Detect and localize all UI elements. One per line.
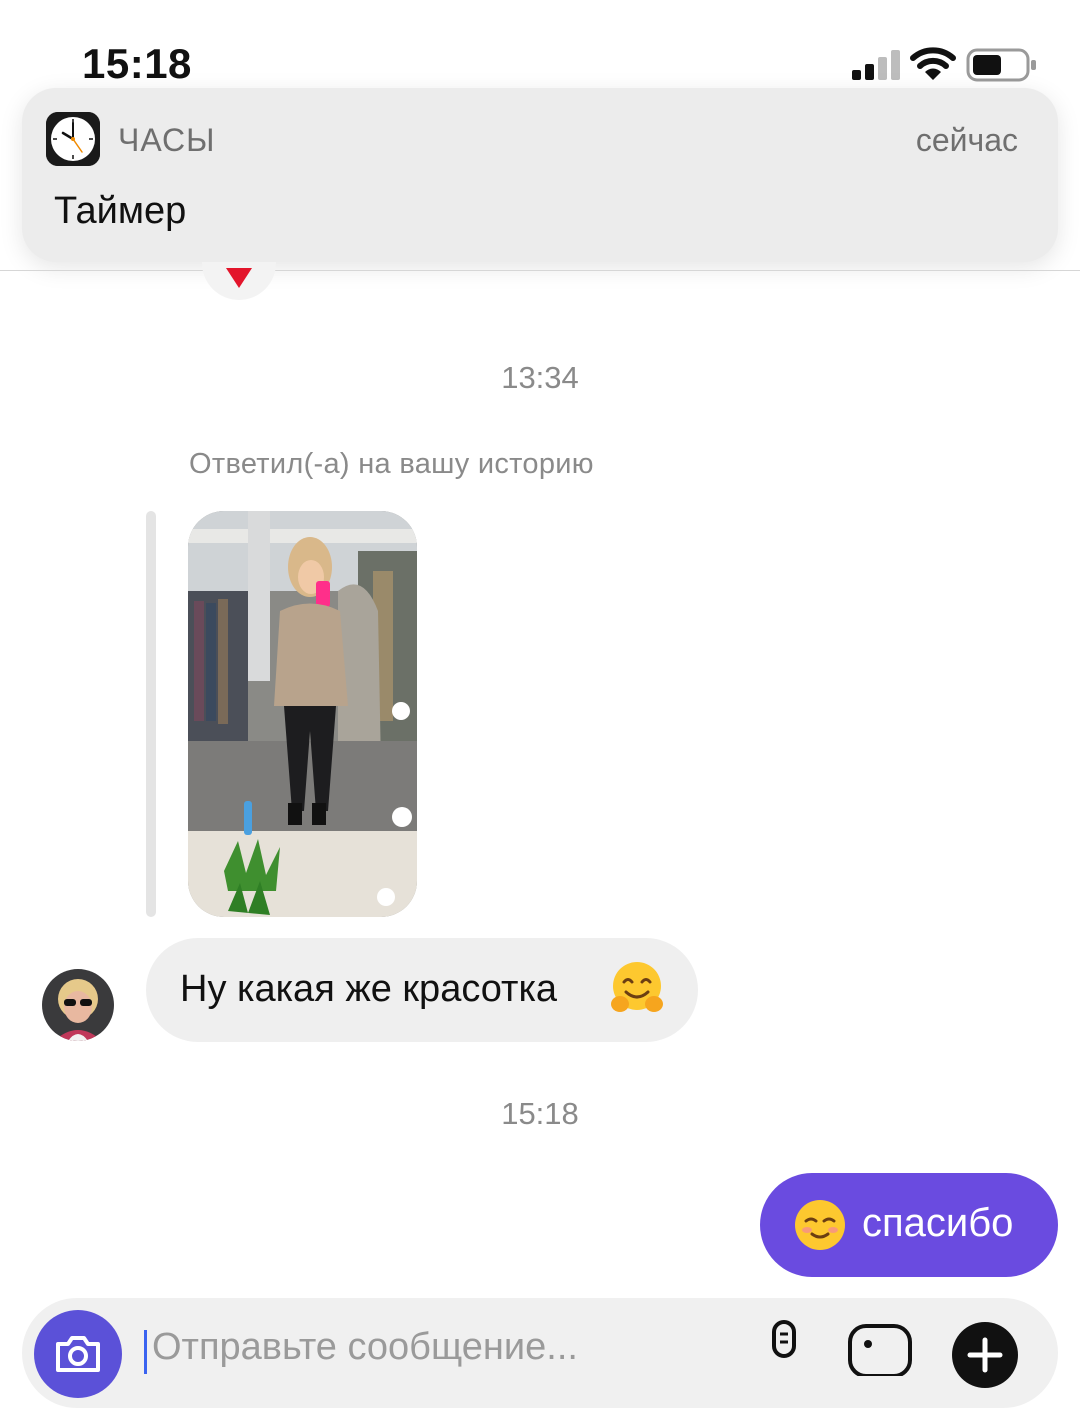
plus-button[interactable] xyxy=(952,1322,1018,1388)
gallery-icon[interactable] xyxy=(846,1322,914,1376)
notification-banner[interactable]: ЧАСЫ сейчас Таймер xyxy=(22,88,1058,262)
microphone-icon[interactable] xyxy=(764,1320,804,1374)
status-bar: 15:18 xyxy=(0,0,1080,90)
quote-bar xyxy=(146,511,156,917)
clock-icon xyxy=(46,112,100,166)
smiling-face-emoji xyxy=(795,1200,845,1250)
story-reply-label: Ответил(-а) на вашу историю xyxy=(189,448,594,480)
chat-timestamp: 15:18 xyxy=(501,1096,579,1131)
message-composer: Отправьте сообщение... xyxy=(22,1298,1058,1408)
outgoing-message-bubble[interactable]: спасибо xyxy=(760,1173,1058,1277)
incoming-message-bubble[interactable]: Ну какая же красотка xyxy=(146,938,698,1042)
avatar[interactable] xyxy=(42,969,114,1041)
notification-app-name: ЧАСЫ xyxy=(118,122,216,158)
wifi-icon xyxy=(910,47,956,80)
status-time: 15:18 xyxy=(82,40,192,87)
outgoing-message-text: спасибо xyxy=(862,1201,1014,1245)
plus-icon xyxy=(967,1337,1003,1373)
hugging-face-emoji xyxy=(611,962,663,1012)
incoming-message-text: Ну какая же красотка xyxy=(180,968,558,1010)
notification-title: Таймер xyxy=(54,190,187,232)
notification-time: сейчас xyxy=(915,122,1018,158)
camera-icon xyxy=(56,1336,100,1372)
text-caret xyxy=(144,1330,147,1374)
signal-icon xyxy=(852,50,900,80)
story-thumbnail[interactable] xyxy=(188,511,417,917)
chat-timestamp: 13:34 xyxy=(501,360,579,395)
reaction-bubble[interactable] xyxy=(202,262,276,300)
header-divider xyxy=(0,270,1080,271)
camera-button[interactable] xyxy=(34,1310,122,1398)
message-input[interactable]: Отправьте сообщение... xyxy=(152,1326,578,1369)
heart-icon xyxy=(226,268,252,288)
battery-icon xyxy=(966,48,1036,82)
